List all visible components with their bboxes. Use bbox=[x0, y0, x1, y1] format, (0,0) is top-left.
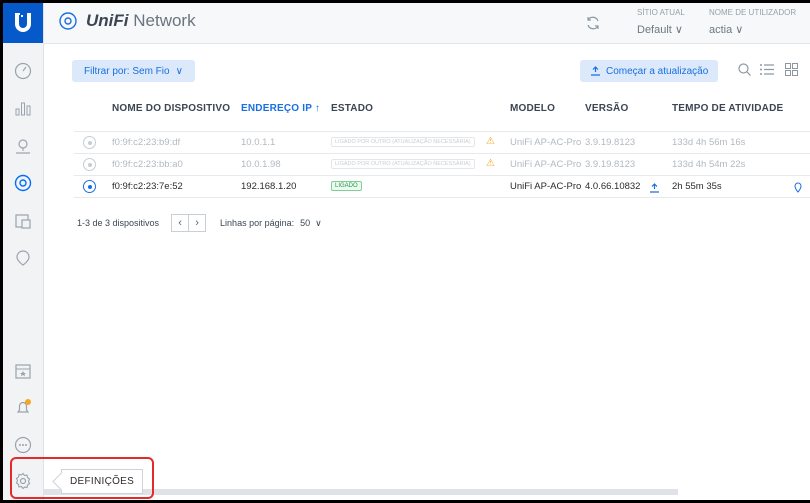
insights-icon[interactable] bbox=[13, 248, 33, 268]
brand: UniFi Network bbox=[58, 11, 196, 31]
chat-icon[interactable] bbox=[13, 435, 33, 455]
upgrade-icon[interactable] bbox=[649, 180, 660, 198]
device-model: UniFi AP-AC-Pro bbox=[510, 159, 582, 170]
col-ip-address[interactable]: ENDEREÇO IP ↑ bbox=[241, 103, 320, 114]
site-selector[interactable]: Default ∨ bbox=[637, 23, 683, 36]
search-icon[interactable] bbox=[738, 63, 751, 81]
grid-view-icon[interactable] bbox=[785, 63, 798, 81]
device-status-icon bbox=[83, 158, 96, 171]
device-model: UniFi AP-AC-Pro bbox=[510, 181, 582, 192]
col-version[interactable]: VERSÃO bbox=[585, 103, 628, 114]
device-version: 3.9.19.8123 bbox=[585, 137, 636, 148]
next-page-button[interactable]: › bbox=[189, 214, 207, 232]
device-version: 3.9.19.8123 bbox=[585, 159, 636, 170]
table-row[interactable]: f0:9f:c2:23:7e:52 192.168.1.20 LIGADO Un… bbox=[74, 175, 810, 198]
device-status-icon bbox=[83, 136, 96, 149]
prev-page-button[interactable]: ‹ bbox=[171, 214, 190, 232]
status-badge: LIGADO POR OUTRO (ATUALIZAÇÃO NECESSÁRIA… bbox=[331, 159, 475, 169]
chevron-down-icon: ∨ bbox=[175, 65, 183, 77]
device-name[interactable]: f0:9f:c2:23:bb:a0 bbox=[112, 159, 183, 170]
device-status-icon bbox=[83, 180, 96, 193]
col-model[interactable]: MODELO bbox=[510, 103, 555, 114]
sort-arrow-icon: ↑ bbox=[314, 103, 321, 114]
device-uptime: 133d 4h 56m 16s bbox=[672, 137, 746, 148]
device-version: 4.0.66.10832 bbox=[585, 181, 641, 192]
top-bar: UniFi Network SÍTIO ATUAL Default ∨ NOME… bbox=[44, 3, 810, 44]
highlight-box bbox=[10, 457, 154, 499]
status-badge: LIGADO POR OUTRO (ATUALIZAÇÃO NECESSÁRIA… bbox=[331, 137, 475, 147]
device-ip: 10.0.1.1 bbox=[241, 137, 276, 148]
filter-button[interactable]: Filtrar por: Sem Fio ∨ bbox=[72, 60, 195, 82]
device-ip: 10.0.1.98 bbox=[241, 159, 281, 170]
events-icon[interactable] bbox=[13, 361, 33, 381]
device-uptime: 133d 4h 54m 22s bbox=[672, 159, 746, 170]
ubiquiti-logo[interactable] bbox=[3, 3, 43, 43]
user-label: NOME DE UTILIZADOR bbox=[709, 8, 797, 17]
refresh-icon[interactable] bbox=[585, 15, 601, 36]
device-uptime: 2h 55m 35s bbox=[672, 181, 722, 192]
map-icon[interactable] bbox=[13, 136, 33, 156]
col-device-name[interactable]: NOME DO DISPOSITIVO bbox=[112, 103, 230, 114]
statistics-icon[interactable] bbox=[13, 98, 33, 118]
warning-icon: ⚠ bbox=[486, 136, 495, 147]
pagination: 1-3 de 3 dispositivos ‹ › Linhas por pág… bbox=[77, 211, 322, 235]
device-name[interactable]: f0:9f:c2:23:b9:df bbox=[112, 137, 180, 148]
status-badge: LIGADO bbox=[331, 181, 362, 191]
list-view-icon[interactable] bbox=[760, 63, 774, 81]
alerts-icon[interactable] bbox=[13, 397, 33, 417]
clients-icon[interactable] bbox=[13, 211, 33, 231]
col-uptime[interactable]: TEMPO DE ATIVIDADE bbox=[672, 103, 783, 114]
rows-per-page-select[interactable]: 50 ∨ bbox=[300, 218, 322, 229]
toolbar: Filtrar por: Sem Fio ∨ Começar a atualiza… bbox=[44, 44, 810, 88]
dashboard-icon[interactable] bbox=[13, 61, 33, 81]
rows-per-page-label: Linhas por página: bbox=[220, 218, 295, 228]
table-row[interactable]: f0:9f:c2:23:bb:a0 10.0.1.98 LIGADO POR O… bbox=[74, 153, 810, 175]
unifi-logo-icon bbox=[59, 12, 77, 30]
device-model: UniFi AP-AC-Pro bbox=[510, 137, 582, 148]
app-title: UniFi Network bbox=[86, 11, 196, 30]
site-label: SÍTIO ATUAL bbox=[637, 8, 685, 17]
locate-icon[interactable] bbox=[794, 180, 802, 198]
col-state[interactable]: ESTADO bbox=[331, 103, 373, 114]
user-selector[interactable]: actia ∨ bbox=[709, 23, 743, 36]
device-ip: 192.168.1.20 bbox=[241, 181, 297, 192]
device-name[interactable]: f0:9f:c2:23:7e:52 bbox=[112, 181, 183, 192]
sidebar bbox=[3, 3, 44, 500]
app-window: UniFi Network SÍTIO ATUAL Default ∨ NOME… bbox=[3, 3, 810, 500]
warning-icon: ⚠ bbox=[486, 158, 495, 169]
start-update-button[interactable]: Começar a atualização bbox=[580, 60, 719, 82]
upload-icon bbox=[591, 66, 600, 76]
table-row[interactable]: f0:9f:c2:23:b9:df 10.0.1.1 LIGADO POR OU… bbox=[74, 131, 810, 153]
devices-icon[interactable] bbox=[13, 173, 33, 193]
pagination-summary: 1-3 de 3 dispositivos bbox=[77, 218, 160, 228]
